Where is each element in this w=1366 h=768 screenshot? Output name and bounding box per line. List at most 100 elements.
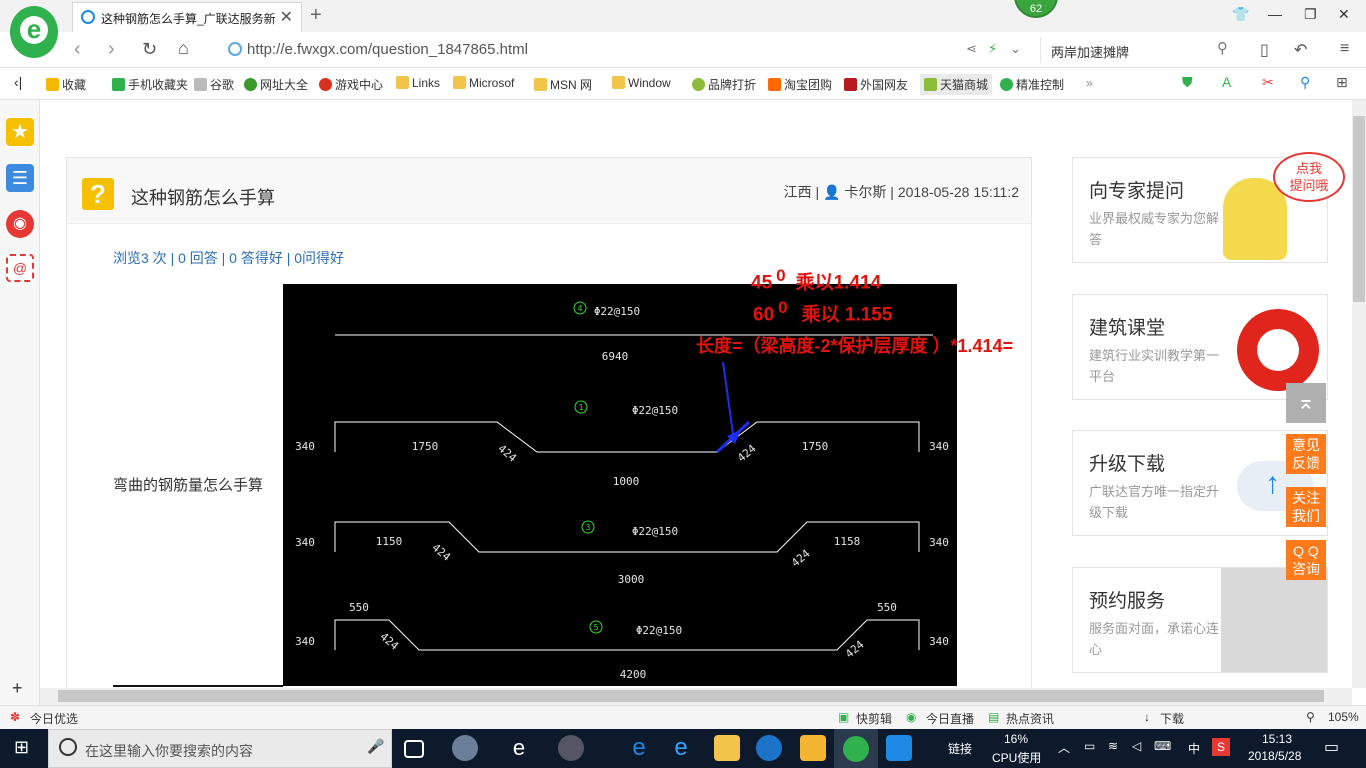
file-explorer-icon[interactable] bbox=[714, 735, 740, 761]
status-item[interactable]: 今日直播 bbox=[926, 710, 974, 727]
download-icon[interactable]: ↓ bbox=[1144, 710, 1150, 724]
news-icon[interactable]: ▤ bbox=[988, 710, 999, 724]
status-item[interactable]: 热点资讯 bbox=[1006, 710, 1054, 727]
bookmark-item[interactable]: 品牌打折 bbox=[692, 76, 756, 93]
volume-icon[interactable]: ◁ bbox=[1132, 739, 1141, 753]
bookmark-collapse-icon[interactable]: ‹| bbox=[14, 74, 22, 90]
battery-icon[interactable]: ▭ bbox=[1084, 739, 1095, 753]
tab-close-icon[interactable]: ✕ bbox=[280, 7, 293, 27]
feedback-button[interactable]: 意见 反馈 bbox=[1286, 434, 1326, 474]
skin-icon[interactable]: 👕 bbox=[1232, 6, 1249, 23]
url-field[interactable]: http://e.fwxgx.com/question_1847865.html… bbox=[222, 38, 1032, 62]
annotation-line-2: 60 0 乘以 1.155 bbox=[753, 298, 893, 326]
remote-app-icon[interactable] bbox=[886, 735, 912, 761]
shield-icon[interactable]: ⛊ bbox=[1182, 74, 1193, 91]
annotation-line-3: 长度=（梁高度-2*保护层厚度 ）*1.414= bbox=[696, 336, 1014, 356]
refresh-icon[interactable]: ↻ bbox=[142, 39, 157, 60]
search-tool-icon[interactable]: ⚲ bbox=[1300, 74, 1310, 91]
search-icon[interactable]: ⚲ bbox=[1217, 39, 1228, 57]
pinwheel-app-icon[interactable] bbox=[452, 735, 478, 761]
bookmark-item[interactable]: Links bbox=[396, 76, 440, 90]
more-bookmarks-icon[interactable]: » bbox=[1086, 76, 1093, 90]
bookmark-item[interactable]: 天猫商城 bbox=[920, 74, 993, 95]
notification-badge[interactable]: 62 bbox=[1014, 0, 1058, 18]
zoom-level[interactable]: 105% bbox=[1328, 710, 1359, 724]
live-icon[interactable]: ◉ bbox=[906, 710, 916, 724]
bookmark-item[interactable]: 精准控制 bbox=[1000, 76, 1064, 93]
windows-start-icon[interactable]: ⊞ bbox=[14, 737, 29, 758]
search-box[interactable]: 两岸加速摊牌 ⚲ bbox=[1040, 37, 1240, 63]
lightning-icon[interactable]: ⚡ bbox=[988, 41, 997, 57]
share-icon[interactable]: ⋖ bbox=[966, 41, 977, 57]
action-center-icon[interactable]: ▭ bbox=[1324, 737, 1339, 757]
ime-indicator[interactable]: 中 bbox=[1188, 740, 1200, 757]
ie-taskbar-icon[interactable]: e bbox=[506, 735, 532, 761]
taskbar-search-input[interactable]: 在这里输入你要搜索的内容 bbox=[85, 741, 253, 761]
bookmark-item[interactable]: Window bbox=[612, 76, 671, 90]
clock-date[interactable]: 2018/5/28 bbox=[1248, 749, 1301, 763]
bookmark-item[interactable]: 淘宝团购 bbox=[768, 76, 832, 93]
links-toolbar[interactable]: 链接 bbox=[948, 740, 972, 757]
restore-button[interactable]: ❐ bbox=[1304, 6, 1317, 23]
mobile-icon[interactable]: ▯ bbox=[1260, 40, 1269, 60]
notify-app-icon[interactable] bbox=[558, 735, 584, 761]
bookmark-item[interactable]: 游戏中心 bbox=[319, 76, 383, 93]
browser-tab[interactable]: 这种钢筋怎么手算_广联达服务新 ✕ bbox=[72, 2, 302, 32]
translate-icon[interactable]: A bbox=[1222, 74, 1231, 90]
vertical-scroll-thumb[interactable] bbox=[1353, 116, 1365, 302]
horizontal-scroll-thumb[interactable] bbox=[58, 690, 1324, 702]
recommend-icon[interactable]: ✽ bbox=[10, 710, 20, 724]
clock-time[interactable]: 15:13 bbox=[1262, 732, 1292, 746]
drawing-length-label: 340 bbox=[295, 635, 315, 648]
favorites-icon[interactable]: ★ bbox=[6, 118, 34, 146]
scissors-icon[interactable]: ✂ bbox=[1262, 74, 1274, 91]
internet-explorer-icon[interactable]: e bbox=[668, 735, 694, 761]
minimize-button[interactable]: — bbox=[1268, 6, 1282, 22]
tray-expand-icon[interactable]: ︿ bbox=[1058, 739, 1070, 756]
zoom-icon[interactable]: ⚲ bbox=[1306, 710, 1315, 724]
follow-button[interactable]: 关注 我们 bbox=[1286, 487, 1326, 527]
keyboard-icon[interactable]: ⌨ bbox=[1154, 739, 1171, 753]
undo-icon[interactable]: ↶ bbox=[1294, 40, 1307, 60]
bookmark-item[interactable]: Microsof bbox=[453, 76, 514, 90]
bookmark-item[interactable]: 外国网友 bbox=[844, 76, 908, 93]
reading-list-icon[interactable]: ☰ bbox=[6, 164, 34, 192]
appointment-card[interactable]: 预约服务 服务面对面，承诺心连心 bbox=[1072, 567, 1328, 673]
task-view-icon[interactable] bbox=[404, 740, 424, 758]
bookmark-item[interactable]: 收藏 bbox=[46, 76, 86, 93]
forward-icon[interactable]: › bbox=[108, 38, 115, 61]
qq-consult-button[interactable]: Q Q 咨询 bbox=[1286, 540, 1326, 580]
add-icon[interactable]: + bbox=[12, 678, 23, 699]
bookmark-item[interactable]: MSN 网 bbox=[534, 76, 592, 93]
grid-icon[interactable]: ⊞ bbox=[1336, 74, 1348, 91]
status-item[interactable]: 下载 bbox=[1160, 710, 1184, 727]
bookmark-item[interactable]: 网址大全 bbox=[244, 76, 308, 93]
browser-logo-icon[interactable]: e bbox=[10, 6, 58, 58]
home-icon[interactable]: ⌂ bbox=[178, 38, 189, 59]
weibo-icon[interactable]: ◉ bbox=[6, 210, 34, 238]
glodon-icon[interactable] bbox=[756, 735, 782, 761]
video-edit-icon[interactable]: ▣ bbox=[838, 710, 849, 724]
back-to-top-button[interactable]: ⌅ bbox=[1286, 383, 1326, 423]
new-tab-button[interactable]: + bbox=[310, 4, 322, 27]
ask-bubble[interactable]: 点我 提问哦 bbox=[1273, 152, 1345, 202]
edge-icon[interactable]: e bbox=[626, 735, 652, 761]
bookmark-item[interactable]: 谷歌 bbox=[194, 76, 234, 93]
question-stats[interactable]: 浏览3 次 | 0 回答 | 0 答得好 | 0问得好 bbox=[113, 248, 344, 268]
today-picks-link[interactable]: 今日优选 bbox=[30, 710, 78, 727]
notes-app-icon[interactable] bbox=[800, 735, 826, 761]
sogou-icon[interactable]: S bbox=[1212, 738, 1230, 756]
wifi-icon[interactable]: ≋ bbox=[1108, 739, 1118, 753]
mail-icon[interactable]: @ bbox=[6, 254, 34, 282]
search-input[interactable]: 两岸加速摊牌 bbox=[1051, 42, 1129, 61]
url-dropdown-icon[interactable]: ⌄ bbox=[1010, 41, 1021, 57]
menu-icon[interactable]: ≡ bbox=[1340, 40, 1349, 58]
close-window-button[interactable]: ✕ bbox=[1338, 6, 1350, 23]
bookmark-item[interactable]: 手机收藏夹 bbox=[112, 76, 188, 93]
microphone-icon[interactable]: 🎤 bbox=[367, 738, 384, 755]
taskbar-search[interactable]: 在这里输入你要搜索的内容 🎤 bbox=[48, 729, 392, 768]
active-app-highlight[interactable] bbox=[834, 729, 878, 768]
status-item[interactable]: 快剪辑 bbox=[856, 710, 892, 727]
back-icon[interactable]: ‹ bbox=[74, 38, 81, 61]
ask-expert-card[interactable]: 向专家提问 业界最权威专家为您解答 点我 提问哦 bbox=[1072, 152, 1345, 263]
